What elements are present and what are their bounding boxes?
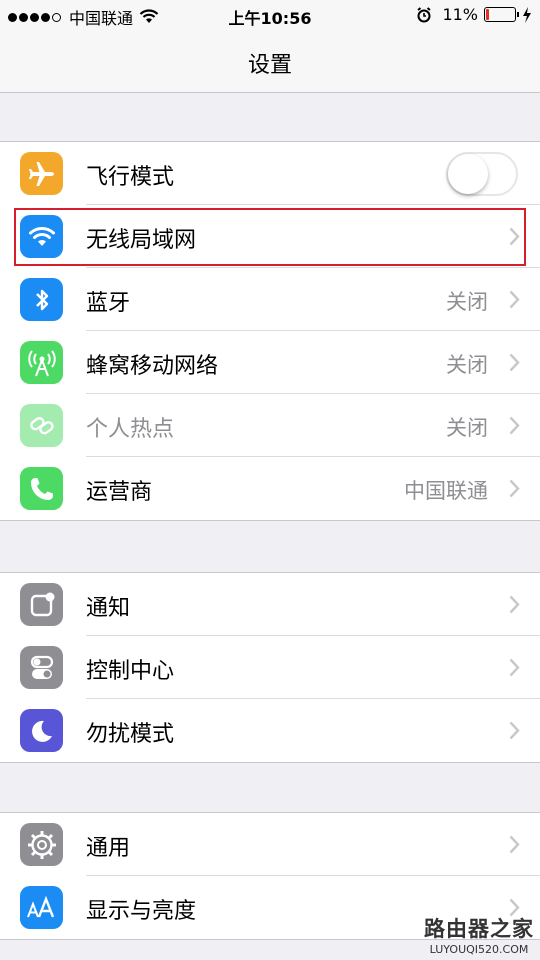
- notification-icon: [20, 583, 63, 626]
- chevron-right-icon: [509, 835, 520, 854]
- site-watermark: 路由器之家 LUYOUQI520.COM: [424, 913, 534, 956]
- settings-row-value: 关闭: [446, 353, 488, 377]
- settings-row-label: 蜂窝移动网络: [86, 354, 219, 379]
- watermark-url: LUYOUQI520.COM: [429, 943, 529, 956]
- settings-row-control-center[interactable]: 控制中心: [0, 636, 540, 699]
- cellular-icon: [20, 341, 63, 384]
- settings-row-label: 通知: [86, 596, 131, 621]
- bluetooth-icon: [20, 278, 63, 321]
- alarm-icon: [417, 6, 432, 22]
- settings-row-bluetooth[interactable]: 蓝牙 关闭: [0, 268, 540, 331]
- settings-row-carrier[interactable]: 运营商 中国联通: [0, 457, 540, 520]
- watermark-title: 路由器之家: [424, 917, 534, 941]
- chevron-right-icon: [509, 595, 520, 614]
- phone-icon: [20, 467, 63, 510]
- airplane-icon: [20, 152, 63, 195]
- settings-group-notifications: 通知 控制中心 勿扰模式: [0, 572, 540, 763]
- charging-icon: [523, 6, 531, 23]
- settings-row-label: 通用: [86, 836, 131, 861]
- chevron-right-icon: [509, 290, 520, 309]
- chevron-right-icon: [509, 721, 520, 740]
- moon-icon: [20, 709, 63, 752]
- settings-row-airplane-mode: 飞行模式: [0, 142, 540, 205]
- settings-row-notifications[interactable]: 通知: [0, 573, 540, 636]
- settings-row-cellular[interactable]: 蜂窝移动网络 关闭: [0, 331, 540, 394]
- chevron-right-icon: [509, 353, 520, 372]
- chevron-right-icon: [509, 416, 520, 435]
- settings-row-label: 个人热点: [86, 417, 175, 442]
- settings-group-connectivity: 飞行模式 无线局域网 蓝牙 关闭 蜂窝移动网络 关闭 个人热点 关闭 运营商 中…: [0, 141, 540, 521]
- gear-icon: [20, 823, 63, 866]
- settings-row-label: 显示与亮度: [86, 899, 197, 924]
- control-center-icon: [20, 646, 63, 689]
- display-icon: [20, 886, 63, 929]
- status-bar: 中国联通 上午10:56 11%: [0, 0, 540, 30]
- settings-row-label: 飞行模式: [86, 165, 175, 190]
- wifi-row-highlight: [14, 208, 526, 266]
- settings-row-do-not-disturb[interactable]: 勿扰模式: [0, 699, 540, 762]
- chevron-right-icon: [509, 658, 520, 677]
- hotspot-icon: [20, 404, 63, 447]
- chevron-right-icon: [509, 479, 520, 498]
- settings-row-general[interactable]: 通用: [0, 813, 540, 876]
- page-title: 设置: [247, 53, 292, 78]
- settings-row-label: 蓝牙: [86, 291, 131, 316]
- battery-icon: [484, 7, 519, 22]
- toggle-knob: [448, 154, 488, 194]
- navigation-bar: 设置: [0, 30, 540, 93]
- settings-row-value: 关闭: [446, 290, 488, 314]
- settings-row-label: 运营商: [86, 480, 153, 505]
- settings-row-personal-hotspot[interactable]: 个人热点 关闭: [0, 394, 540, 457]
- settings-row-label: 勿扰模式: [86, 722, 175, 747]
- battery-percent: 11%: [442, 5, 478, 24]
- settings-row-label: 控制中心: [86, 659, 175, 684]
- status-right: 11%: [416, 5, 532, 24]
- settings-row-value: 中国联通: [404, 479, 488, 503]
- airplane-mode-toggle[interactable]: [446, 152, 518, 196]
- settings-row-value: 关闭: [446, 416, 488, 440]
